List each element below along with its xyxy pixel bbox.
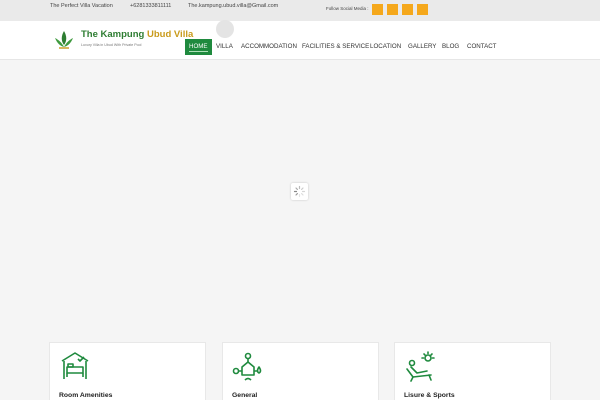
nav-facilities-service[interactable]: FACILITIES & SERVICE (302, 39, 369, 55)
nav-gallery[interactable]: GALLERY (408, 39, 436, 55)
site-header: The Kampung Ubud Villa Luxury Villa in U… (0, 20, 600, 60)
follow-social-label: Follow Social Media : (326, 6, 369, 11)
card-title-room-amenities: Room Amenities (59, 392, 113, 399)
top-bar: The Perfect Villa Vacation +628133381111… (0, 0, 600, 21)
nav-location[interactable]: LOCATION (370, 39, 401, 55)
loading-spinner (291, 183, 308, 200)
nav-villa[interactable]: VILLA (216, 39, 233, 55)
social-icon-2[interactable] (387, 4, 398, 15)
social-icon-4[interactable] (417, 4, 428, 15)
topbar-phone[interactable]: +6281333811111 (130, 3, 171, 9)
home-services-icon (232, 352, 262, 381)
spinner-icon (293, 185, 306, 198)
brand-tagline: Luxury Villa in Ubud With Private Pool (81, 43, 142, 47)
card-title-general: General (232, 392, 258, 399)
nav-blog[interactable]: BLOG (442, 39, 459, 55)
nav-accommodation[interactable]: ACCOMMODATION (241, 39, 297, 55)
bed-icon (61, 352, 89, 379)
brand-name[interactable]: The Kampung Ubud Villa (81, 29, 193, 40)
brand-name-part1: The Kampung (81, 29, 145, 40)
circle-decoration (216, 20, 234, 38)
nav-contact[interactable]: CONTACT (467, 39, 496, 55)
sunbed-icon (406, 351, 435, 382)
card-general[interactable]: General (222, 342, 379, 400)
card-title-lisure-sports: Lisure & Sports (404, 392, 455, 399)
card-lisure-sports[interactable]: Lisure & Sports (394, 342, 551, 400)
topbar-email[interactable]: The.kampung.ubud.villa@Gmail.com (188, 3, 278, 9)
lotus-logo-icon[interactable] (52, 28, 76, 52)
card-room-amenities[interactable]: Room Amenities (49, 342, 206, 400)
topbar-tagline: The Perfect Villa Vacation (50, 3, 113, 9)
nav-home[interactable]: HOME (185, 39, 212, 55)
social-icon-1[interactable] (372, 4, 383, 15)
social-icon-3[interactable] (402, 4, 413, 15)
